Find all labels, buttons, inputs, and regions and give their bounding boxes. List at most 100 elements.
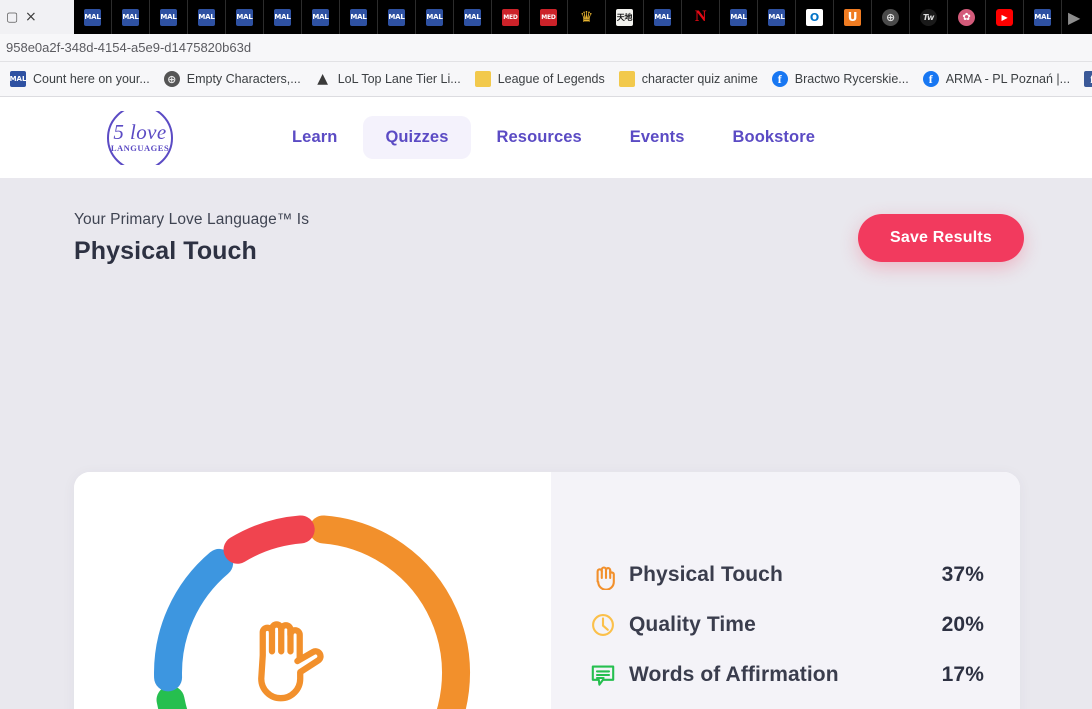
bookmark-label: Bractwo Rycerskie... — [794, 72, 909, 86]
bookmark-item[interactable]: f Bractwo Rycerskie... — [768, 66, 919, 92]
results-card: Physical Touch 37% Quality Time 20% Words of… — [74, 472, 1020, 709]
globe-tab[interactable]: ⊕ — [872, 0, 910, 34]
pink-tab[interactable]: ✿ — [948, 0, 986, 34]
folder-icon — [474, 71, 491, 87]
mal-favicon-icon: MAL — [730, 8, 747, 26]
legend-percent: 17% — [941, 663, 984, 686]
mal-tab-3[interactable]: MAL — [150, 0, 188, 34]
mal-tab-1[interactable]: MAL — [74, 0, 112, 34]
facebook-icon: f — [922, 71, 939, 87]
folder-icon — [618, 71, 635, 87]
legend-row: Acts of Service17% — [577, 700, 984, 709]
mal-tab-9[interactable]: MAL — [378, 0, 416, 34]
mal-favicon-icon: MAL — [160, 8, 177, 26]
u-favicon-icon: U — [844, 8, 861, 26]
mal-tab-10[interactable]: MAL — [416, 0, 454, 34]
mal-tab-6[interactable]: MAL — [264, 0, 302, 34]
bookmark-item[interactable]: League of Legends — [471, 66, 615, 92]
wolf-icon: ▲ — [317, 71, 329, 87]
youtube-tab[interactable]: ▶ — [986, 0, 1024, 34]
results-title-block: Your Primary Love Language™ Is Physical … — [74, 211, 309, 266]
red-favicon-icon: MED — [502, 8, 519, 26]
globe-icon: ⊕ — [163, 71, 180, 87]
legend-label: Physical Touch — [629, 563, 783, 586]
bookmark-label: Count here on your... — [33, 72, 150, 86]
site-logo[interactable]: 5 love LANGUAGES — [0, 101, 270, 174]
mal-tab-12[interactable]: MAL — [644, 0, 682, 34]
bookmark-item[interactable]: fRycer — [1080, 66, 1092, 92]
donut-segment — [156, 685, 188, 709]
legend-row: Quality Time 20% — [577, 600, 984, 650]
bookmark-item[interactable]: MAL Count here on your... — [6, 66, 160, 92]
mal-tab-4[interactable]: MAL — [188, 0, 226, 34]
legend-label: Quality Time — [629, 613, 756, 636]
nav-item-quizzes[interactable]: Quizzes — [363, 116, 471, 159]
results-eyebrow: Your Primary Love Language™ Is — [74, 211, 310, 228]
love-language-donut-chart — [154, 515, 470, 709]
mal-favicon-icon: MAL — [654, 8, 671, 26]
legend-label: Words of Affirmation — [629, 663, 839, 686]
donut-segment — [223, 515, 315, 564]
mal-tab-2[interactable]: MAL — [112, 0, 150, 34]
red-tab-1[interactable]: MED — [492, 0, 530, 34]
main-navigation: Learn Quizzes Resources Events Bookstore — [270, 116, 837, 159]
pink-favicon-icon: ✿ — [958, 8, 975, 26]
document-icon: ▢ — [6, 9, 19, 24]
mal-tab-13[interactable]: MAL — [720, 0, 758, 34]
mal-favicon-icon: MAL — [122, 8, 139, 26]
outlook-favicon-icon: O — [806, 8, 823, 26]
mal-tab-11[interactable]: MAL — [454, 0, 492, 34]
tw-tab[interactable]: Tw — [910, 0, 948, 34]
background-tabs-container: MAL MAL MAL MAL MAL MAL MAL MAL MAL MAL MAL MED MED ♛… — [74, 0, 1092, 34]
mal-tab-5[interactable]: MAL — [226, 0, 264, 34]
page-title: Physical Touch — [74, 237, 257, 265]
address-bar[interactable]: 958e0a2f-348d-4154-a5e9-d1475820b63d — [0, 34, 1092, 62]
logo-line-1: 5 love — [113, 120, 167, 144]
mal-favicon-icon: MAL — [350, 8, 367, 26]
nav-item-resources[interactable]: Resources — [475, 116, 604, 159]
mal-favicon-icon: MAL — [236, 8, 253, 26]
cjk-favicon-icon: 天地 — [616, 8, 633, 26]
speech-bubble-icon — [577, 660, 629, 690]
nav-item-learn[interactable]: Learn — [270, 116, 359, 159]
nav-item-events[interactable]: Events — [608, 116, 707, 159]
red-favicon-icon: MED — [540, 8, 557, 26]
mal-icon: MAL — [10, 71, 26, 87]
active-browser-tab[interactable]: ▢ × — [0, 0, 74, 34]
tw-favicon-icon: Tw — [920, 8, 937, 26]
legend-row: Words of Affirmation 17% — [577, 650, 984, 700]
bookmark-item[interactable]: character quiz anime — [615, 66, 768, 92]
bookmark-label: Empty Characters,... — [186, 72, 301, 86]
mal-tab-8[interactable]: MAL — [340, 0, 378, 34]
page-body: Your Primary Love Language™ Is Physical … — [0, 178, 1092, 709]
close-icon[interactable]: × — [25, 10, 37, 24]
legend-percent: 37% — [941, 563, 984, 586]
mal-tab-15[interactable]: MAL — [1024, 0, 1062, 34]
bookmark-item[interactable]: f ARMA - PL Poznań |... — [919, 66, 1080, 92]
mal-tab-14[interactable]: MAL — [758, 0, 796, 34]
bookmark-label: ARMA - PL Poznań |... — [945, 72, 1071, 86]
bookmark-label: character quiz anime — [641, 72, 758, 86]
save-results-button[interactable]: Save Results — [857, 214, 1024, 262]
yt-favicon-icon: ▶ — [996, 8, 1013, 26]
mal-favicon-icon: MAL — [768, 8, 785, 26]
nav-item-bookstore[interactable]: Bookstore — [711, 116, 838, 159]
donut-segment — [154, 548, 234, 692]
crown-tab[interactable]: ♛ — [568, 0, 606, 34]
netflix-tab[interactable]: N — [682, 0, 720, 34]
globe-favicon-icon: ⊕ — [882, 8, 899, 26]
mal-favicon-icon: MAL — [426, 8, 443, 26]
red-tab-2[interactable]: MED — [530, 0, 568, 34]
clock-icon — [577, 610, 629, 640]
bookmark-item[interactable]: ⊕ Empty Characters,... — [160, 66, 311, 92]
crown-favicon-icon: ♛ — [579, 8, 594, 26]
cjk-tab[interactable]: 天地 — [606, 0, 644, 34]
bookmark-item[interactable]: ▲ LoL Top Lane Tier Li... — [311, 66, 471, 92]
u-tab[interactable]: U — [834, 0, 872, 34]
logo-line-2: LANGUAGES — [110, 143, 170, 153]
mal-favicon-icon: MAL — [84, 8, 101, 26]
mal-tab-7[interactable]: MAL — [302, 0, 340, 34]
mal-favicon-icon: MAL — [198, 8, 215, 26]
outlook-tab[interactable]: O — [796, 0, 834, 34]
tab-overflow-arrow-icon[interactable]: ▶ — [1068, 8, 1080, 27]
